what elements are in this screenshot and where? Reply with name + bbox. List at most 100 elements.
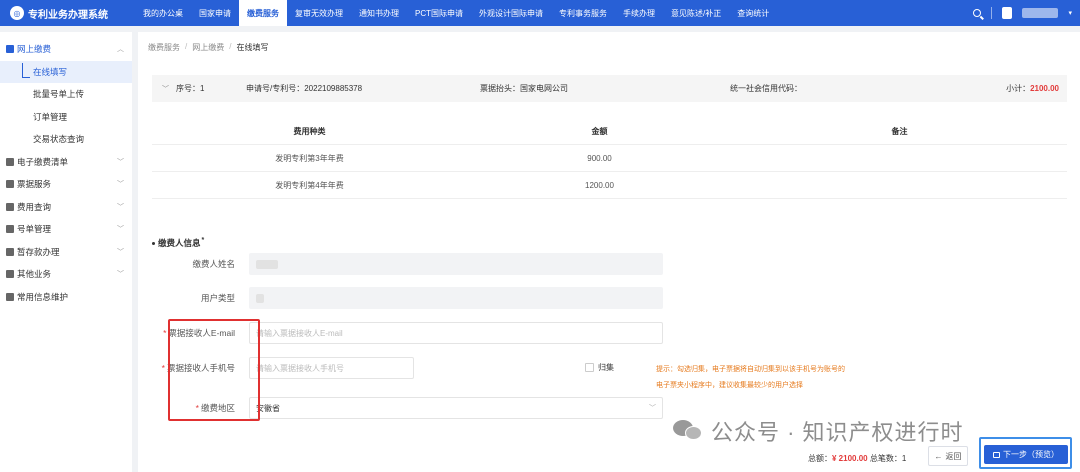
total-label: 总额： — [808, 454, 832, 463]
required-mark: * — [201, 236, 205, 244]
breadcrumb-item[interactable]: 缴费服务 — [148, 42, 180, 53]
total-value: ¥ 2100.00 — [832, 454, 868, 463]
breadcrumb: 缴费服务 / 网上缴费 / 在线填写 — [148, 42, 268, 53]
sidebar-group-deposit[interactable]: 暂存款办理 ﹀ — [0, 241, 132, 264]
sidebar-group-online-payment[interactable]: 网上缴费 ︿ — [0, 38, 132, 61]
nav-pct[interactable]: PCT国际申请 — [407, 0, 471, 26]
sidebar-group-fee-query[interactable]: 费用查询 ﹀ — [0, 196, 132, 219]
header-note: 备注 — [891, 126, 908, 136]
payment-icon — [6, 45, 14, 54]
nav-design-intl[interactable]: 外观设计国际申请 — [471, 0, 551, 26]
user-type-label: 用户类型 — [200, 293, 235, 303]
annotation-highlight-box — [168, 319, 260, 421]
chevron-down-icon: ﹀ — [117, 271, 124, 279]
chevron-down-icon[interactable]: ▾ — [1068, 9, 1072, 17]
back-button[interactable]: ← 返回 — [928, 446, 968, 466]
chevron-down-icon: ﹀ — [117, 181, 124, 189]
fee-amount: 900.00 — [587, 153, 612, 163]
nav-reexamination[interactable]: 复审无效办理 — [287, 0, 351, 26]
sidebar-group-invoice[interactable]: 票据服务 ﹀ — [0, 173, 132, 196]
deposit-icon — [6, 247, 14, 256]
bullet-icon — [152, 241, 155, 245]
sidebar-group-label: 网上缴费 — [17, 44, 52, 55]
search-icon[interactable] — [973, 9, 982, 17]
sidebar-group-common-info[interactable]: 常用信息维护 — [0, 286, 132, 309]
sidebar-group-label: 其他业务 — [17, 269, 52, 280]
nav-my-desk[interactable]: 我的办公桌 — [135, 0, 191, 26]
next-button-label: 下一步（预览） — [1003, 450, 1059, 459]
sidebar-item-batch-upload[interactable]: 批量号单上传 — [0, 83, 132, 106]
blurred-value — [256, 259, 278, 269]
sidebar-group-other[interactable]: 其他业务 ﹀ — [0, 263, 132, 286]
nav-payment-service[interactable]: 缴费服务 — [239, 0, 287, 26]
breadcrumb-separator: / — [185, 42, 188, 51]
sidebar-group-label: 号单管理 — [17, 224, 52, 235]
nav-national-application[interactable]: 国家申请 — [191, 0, 239, 26]
order-invoice-title: 票据抬头：国家电网公司 — [480, 84, 568, 93]
chevron-down-icon: ﹀ — [649, 405, 656, 412]
nav-query-stats[interactable]: 查询统计 — [729, 0, 777, 26]
table-header: 费用种类 金额 备注 — [152, 118, 1067, 145]
sidebar-group-label: 票据服务 — [17, 179, 52, 190]
chevron-down-icon: ﹀ — [117, 226, 124, 234]
phone-field[interactable]: 请输入票据接收人手机号 — [249, 357, 414, 379]
preview-icon — [993, 451, 1000, 458]
sidebar-group-label: 暂存款办理 — [17, 246, 60, 257]
top-right-tools: ▾ — [973, 0, 1072, 26]
next-preview-button[interactable]: 下一步（预览） — [984, 445, 1068, 464]
archive-checkbox[interactable] — [585, 363, 594, 372]
app-title: 专利业务办理系统 — [28, 9, 108, 21]
order-app-number: 申请号/专利号：2022109885378 — [246, 84, 363, 93]
nav-opinions[interactable]: 意见陈述/补正 — [663, 0, 729, 26]
back-button-label: 返回 — [945, 451, 962, 461]
subtotal-label: 小计： — [1006, 84, 1031, 93]
breadcrumb-item[interactable]: 网上缴费 — [192, 42, 224, 53]
sidebar: 网上缴费 ︿ 在线填写 批量号单上传 订单管理 交易状态查询 电子缴费清单 ﹀ … — [0, 32, 132, 472]
sidebar-item-online-fill[interactable]: 在线填写 — [0, 60, 132, 83]
fee-table: 费用种类 金额 备注 发明专利第3年年费 900.00 发明专利第4年年费 12… — [152, 118, 1067, 199]
count-label: 总笔数： — [869, 454, 902, 463]
table-row: 发明专利第3年年费 900.00 — [152, 145, 1067, 172]
order-summary-row[interactable]: ﹀ 序号：1 申请号/专利号：2022109885378 票据抬头：国家电网公司… — [152, 75, 1067, 102]
nav-procedures[interactable]: 手续办理 — [615, 0, 663, 26]
fee-amount: 1200.00 — [585, 180, 614, 190]
main-content: 缴费服务 / 网上缴费 / 在线填写 ﹀ 序号：1 申请号/专利号：202210… — [138, 32, 1080, 472]
settings-icon — [6, 292, 14, 301]
region-select[interactable]: 安徽省 ﹀ — [249, 397, 663, 419]
wechat-logo-icon — [673, 418, 703, 444]
avatar[interactable] — [1002, 7, 1013, 19]
payer-section-title: 缴费人信息 * — [152, 237, 204, 249]
sidebar-group-e-payment-list[interactable]: 电子缴费清单 ﹀ — [0, 151, 132, 174]
nav-patent-affairs[interactable]: 专利事务服务 — [551, 0, 615, 26]
top-divider — [991, 7, 993, 19]
archive-tip-line2: 电子票夹小程序中，建议收集最较少的用户选择 — [656, 382, 803, 389]
chevron-down-icon[interactable]: ﹀ — [162, 84, 169, 94]
watermark: 公众号 · 知识产权进行时 — [673, 415, 964, 447]
table-row: 发明专利第4年年费 1200.00 — [152, 172, 1067, 199]
breadcrumb-current: 在线填写 — [236, 43, 269, 52]
invoice-icon — [6, 180, 14, 189]
email-field[interactable]: 请输入票据接收人E-mail — [249, 322, 663, 344]
archive-checkbox-wrap[interactable]: 归集 — [585, 362, 614, 373]
subtotal-value: 2100.00 — [1030, 84, 1059, 93]
user-type-field — [249, 287, 663, 309]
shield-icon — [6, 202, 14, 211]
logo-icon: ◎ — [10, 6, 24, 20]
payer-name-label: 缴费人姓名 — [192, 259, 235, 269]
count-value: 1 — [901, 454, 907, 463]
sidebar-item-orders[interactable]: 订单管理 — [0, 106, 132, 129]
sidebar-group-label: 电子缴费清单 — [17, 156, 69, 167]
main-nav: 我的办公桌 国家申请 缴费服务 复审无效办理 通知书办理 PCT国际申请 外观设… — [135, 0, 777, 26]
form-row-payer-name: 缴费人姓名 — [152, 252, 663, 276]
sidebar-item-transaction-query[interactable]: 交易状态查询 — [0, 128, 132, 151]
sidebar-group-label: 费用查询 — [17, 201, 52, 212]
archive-label: 归集 — [598, 363, 614, 372]
other-icon — [6, 270, 14, 279]
user-name-blurred[interactable] — [1022, 8, 1059, 18]
list-icon — [6, 157, 14, 166]
order-subtotal: 小计：2100.00 — [1006, 83, 1059, 94]
app-logo[interactable]: ◎ 专利业务办理系统 — [0, 6, 135, 21]
sidebar-group-number[interactable]: 号单管理 ﹀ — [0, 218, 132, 241]
order-credit-code: 统一社会信用代码： — [730, 84, 802, 93]
nav-notices[interactable]: 通知书办理 — [351, 0, 407, 26]
